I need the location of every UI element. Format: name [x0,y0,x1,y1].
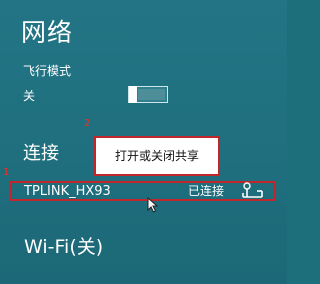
share-tooltip: 打开或关闭共享 [94,136,220,176]
network-charm-panel: 网络 飞行模式 关 连接 2 1 打开或关闭共享 TPLINK_HX93 已连接… [0,0,287,284]
toggle-track [138,89,165,100]
network-name: TPLINK_HX93 [24,184,111,199]
airplane-mode-state: 关 [23,89,36,103]
annotation-marker-1: 1 [3,167,10,178]
wifi-toggle-label[interactable]: Wi-Fi(关) [24,236,103,258]
network-item-tplink[interactable]: TPLINK_HX93 已连接 [10,181,276,201]
toggle-thumb[interactable] [129,86,137,103]
mouse-pointer-icon [147,197,159,213]
connections-label: 连接 [23,143,59,164]
page-title: 网络 [21,18,74,47]
network-status: 已连接 [188,184,225,198]
annotation-marker-2: 2 [84,118,91,129]
airplane-mode-label: 飞行模式 [23,64,72,78]
network-share-icon[interactable] [238,180,266,202]
airplane-mode-toggle[interactable] [128,86,168,103]
